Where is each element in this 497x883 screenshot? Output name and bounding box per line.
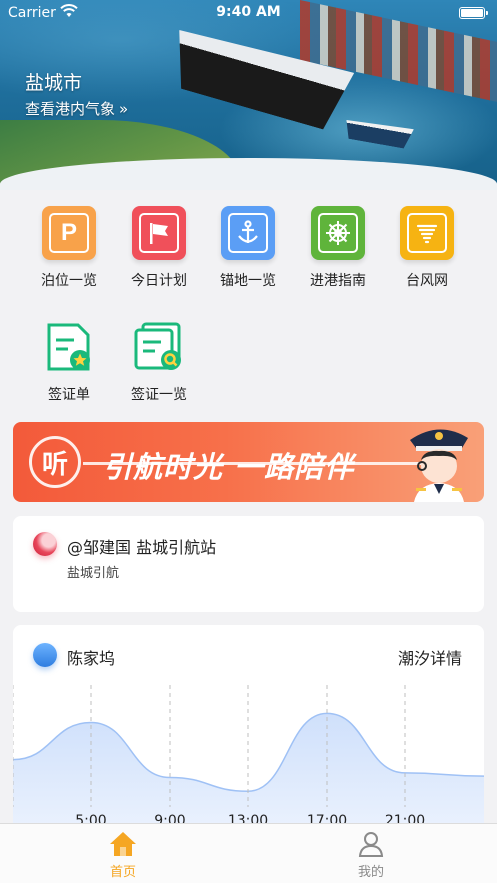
ship-wheel-icon [311,206,365,260]
city-name: 盐城市 [25,72,83,94]
tab-home-label: 首页 [109,865,136,880]
status-bar: Carrier 9:40 AM [0,0,497,26]
banner-slogan: 引航时光 一路陪伴 [103,450,355,484]
tab-mine-label: 我的 [357,865,384,880]
hero-banner: 盐城市 查看港内气象» [0,0,497,190]
grid-item-visa-list[interactable]: 签证一览 [114,322,204,404]
double-chevron-icon: » [119,100,128,118]
clock: 9:40 AM [216,4,281,20]
pilot-card[interactable]: @邹建国 盐城引航站 盐城引航 [13,516,484,612]
tab-home[interactable]: 首页 [73,830,173,880]
grid-item-visa-form[interactable]: 签证单 [24,322,114,404]
anchor-icon [221,206,275,260]
tab-mine[interactable]: 我的 [321,830,421,880]
grid-label: 今日计划 [131,273,187,289]
tide-detail-link[interactable]: 潮汐详情 [398,645,462,669]
berth-p-icon: P [42,206,96,260]
grid-item-typhoon[interactable]: 台风网 [382,206,472,290]
grid-label: 泊位一览 [41,273,97,289]
tab-bar: 首页 我的 [0,823,497,883]
listen-badge: 听 [29,436,81,488]
tide-card: 陈家坞 潮汐详情 5:00 9:00 13:00 17:00 21:00 [13,625,484,845]
port-weather-label: 查看港内气象 [25,100,116,118]
grid-label: 进港指南 [310,273,366,289]
tide-wave-icon [33,643,57,667]
typhoon-icon [400,206,454,260]
grid-item-today-plan[interactable]: 今日计划 [114,206,204,290]
pilot-station: 盐城引航 [67,566,120,581]
grid-label: 签证一览 [131,387,187,403]
visa-form-icon [47,323,90,371]
tide-chart: 5:00 9:00 13:00 17:00 21:00 [13,685,484,845]
captain-illustration [410,429,468,502]
tide-station-name: 陈家坞 [67,649,116,668]
grid-item-berth[interactable]: P 泊位一览 [24,206,114,290]
battery-icon [459,7,488,19]
home-icon [110,832,136,856]
grid-item-anchorage[interactable]: 锚地一览 [203,206,293,290]
visa-search-icon [134,322,181,370]
grid-label: 台风网 [406,273,448,289]
flag-icon [132,206,186,260]
user-icon [358,832,384,857]
pilot-avatar [33,532,57,556]
pilot-time-banner[interactable]: 听 引航时光 一路陪伴 [13,422,484,502]
grid-label: 锚地一览 [220,273,276,289]
pilot-name: @邹建国 盐城引航站 [67,538,217,557]
grid-item-port-guide[interactable]: 进港指南 [293,206,383,290]
port-weather-link[interactable]: 查看港内气象» [25,98,128,119]
grid-label: 签证单 [48,387,90,403]
